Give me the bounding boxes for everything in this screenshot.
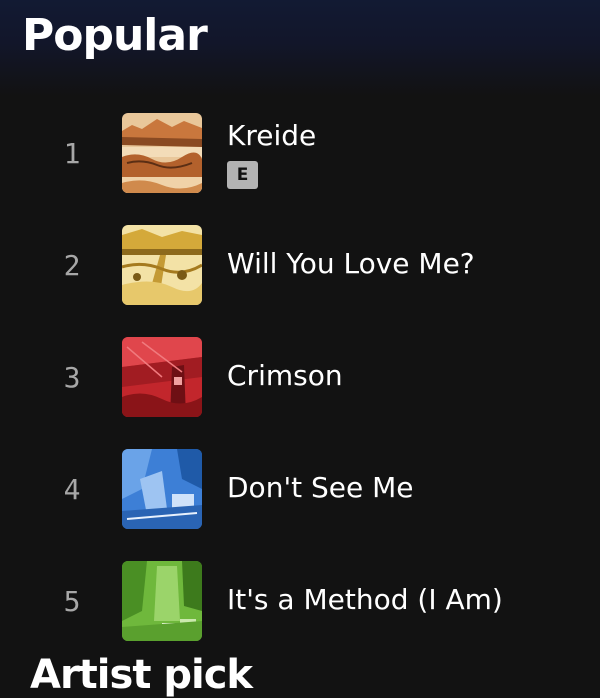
track-row[interactable]: 1 Kreide E [0, 113, 600, 213]
track-rank: 3 [63, 361, 81, 394]
next-section-title: Artist pick [30, 652, 253, 698]
track-rank: 2 [63, 249, 81, 282]
track-rank: 5 [63, 585, 81, 618]
track-rank: 4 [63, 473, 81, 506]
track-title[interactable]: It's a Method (I Am) [227, 583, 503, 616]
section-title: Popular [22, 10, 208, 61]
track-title[interactable]: Don't See Me [227, 471, 414, 504]
album-art[interactable] [122, 337, 202, 417]
album-art[interactable] [122, 225, 202, 305]
track-title[interactable]: Will You Love Me? [227, 247, 475, 280]
track-title[interactable]: Crimson [227, 359, 343, 392]
track-row[interactable]: 5 It's a Method (I Am) [0, 561, 600, 661]
track-row[interactable]: 4 Don't See Me [0, 449, 600, 549]
track-title[interactable]: Kreide [227, 119, 316, 152]
track-row[interactable]: 2 Will You Love Me? [0, 225, 600, 325]
album-art[interactable] [122, 449, 202, 529]
album-art[interactable] [122, 561, 202, 641]
track-rank: 1 [63, 137, 81, 170]
explicit-badge: E [227, 161, 258, 189]
track-row[interactable]: 3 Crimson [0, 337, 600, 437]
album-art[interactable] [122, 113, 202, 193]
